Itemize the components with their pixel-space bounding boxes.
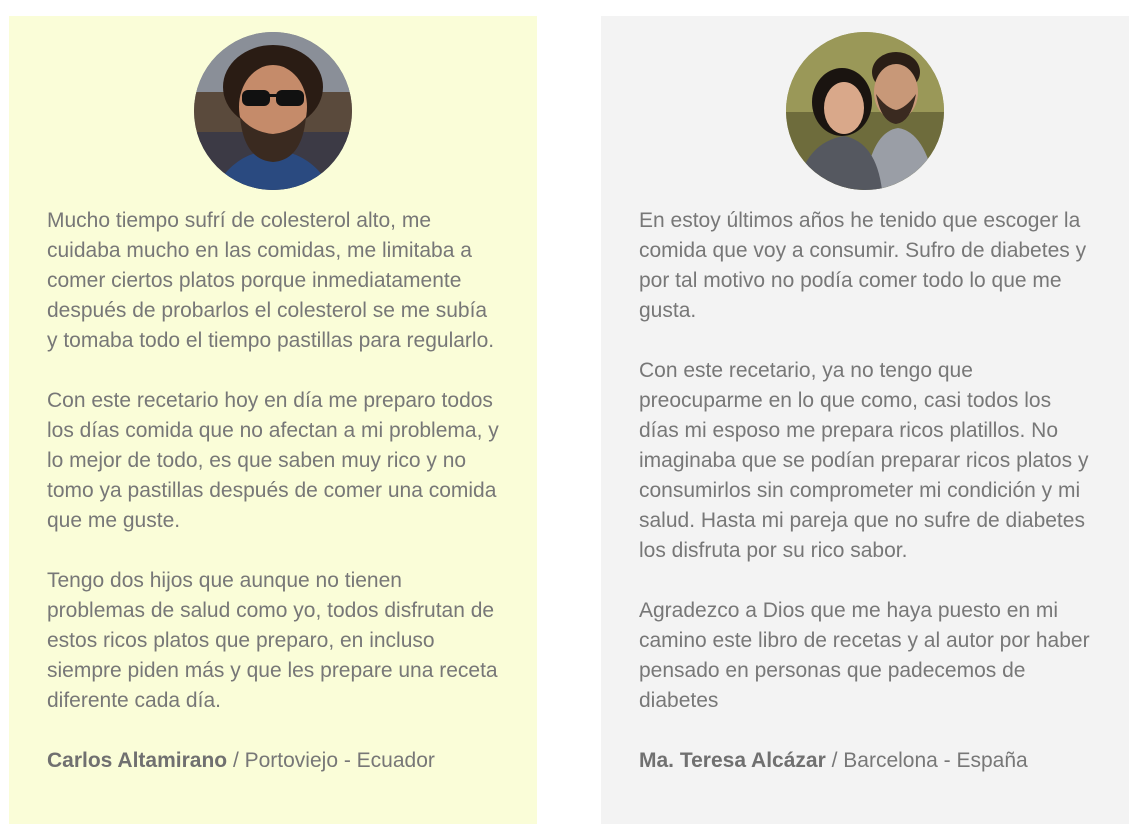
testimonial-author: Ma. Teresa Alcázar / Barcelona - España: [639, 746, 1091, 776]
avatar-teresa: [786, 32, 944, 190]
author-name: Carlos Altamirano: [47, 749, 228, 772]
testimonial-paragraph: Mucho tiempo sufrí de colesterol alto, m…: [47, 209, 495, 352]
avatar-carlos-image: [194, 32, 352, 190]
author-location: / Barcelona - España: [825, 749, 1028, 772]
avatar-teresa-image: [786, 32, 944, 190]
author-name: Ma. Teresa Alcázar: [639, 749, 826, 772]
testimonial-card-teresa: En estoy últimos años he tenido que esco…: [601, 16, 1129, 824]
testimonial-text-teresa: En estoy últimos años he tenido que esco…: [639, 206, 1091, 776]
testimonial-paragraph: Con este recetario hoy en día me preparo…: [47, 389, 499, 532]
testimonial-card-carlos: Mucho tiempo sufrí de colesterol alto, m…: [9, 16, 537, 824]
testimonial-text-carlos: Mucho tiempo sufrí de colesterol alto, m…: [47, 206, 499, 776]
testimonial-paragraph: Agradezco a Dios que me haya puesto en m…: [639, 599, 1090, 712]
testimonial-paragraph: Con este recetario, ya no tengo que preo…: [639, 359, 1089, 562]
author-location: / Portoviejo - Ecuador: [227, 749, 435, 772]
testimonial-paragraph: Tengo dos hijos que aunque no tienen pro…: [47, 569, 498, 712]
avatar-carlos: [194, 32, 352, 190]
testimonial-paragraph: En estoy últimos años he tenido que esco…: [639, 209, 1087, 322]
testimonial-author: Carlos Altamirano / Portoviejo - Ecuador: [47, 746, 499, 776]
